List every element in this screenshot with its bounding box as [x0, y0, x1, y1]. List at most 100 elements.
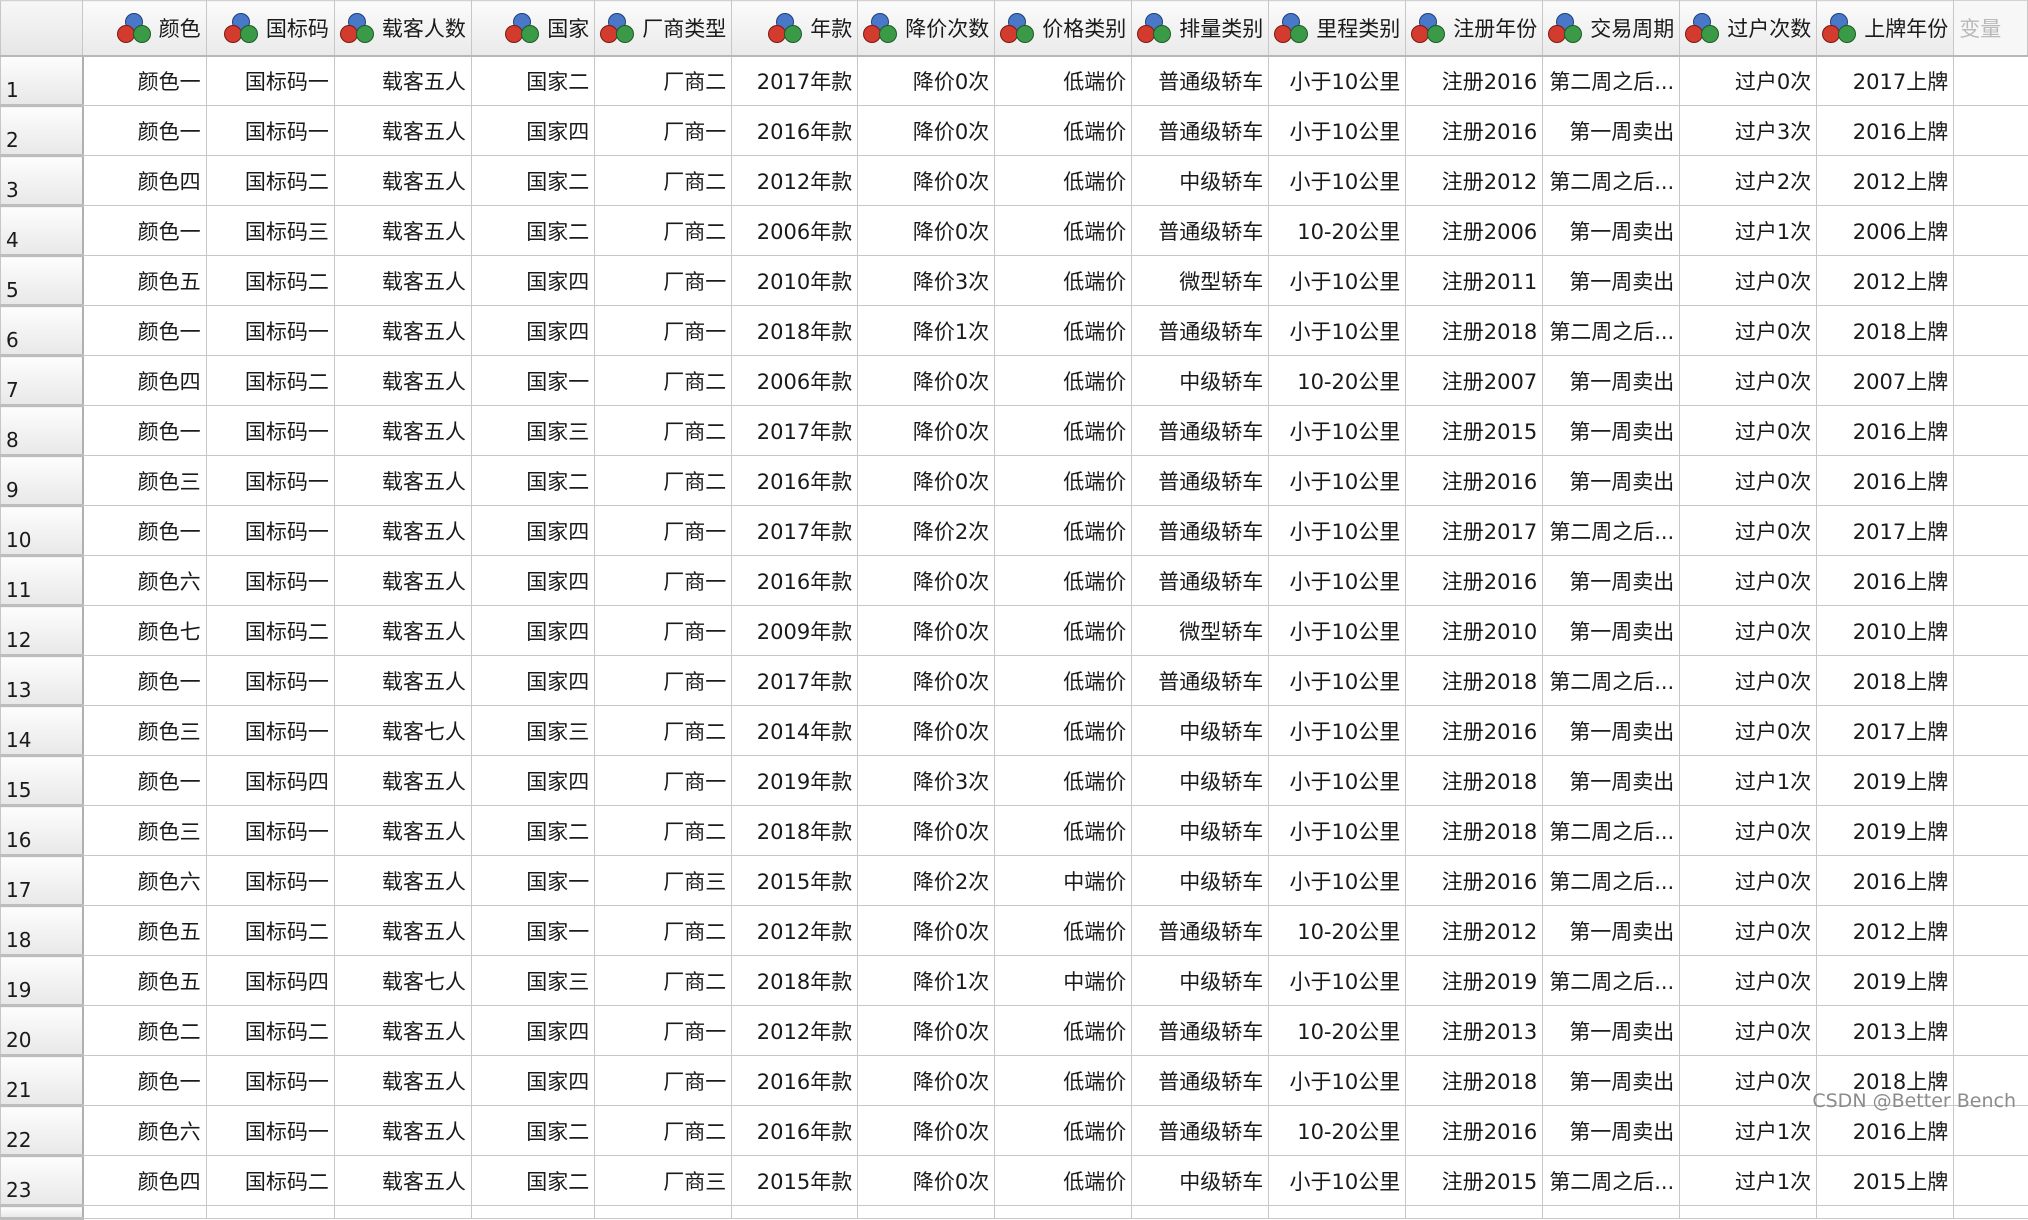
data-cell[interactable]: 2012年款: [731, 155, 859, 206]
column-header[interactable]: 交易周期: [1542, 0, 1681, 57]
data-cell[interactable]: 颜色四: [82, 1155, 207, 1206]
data-cell[interactable]: 载客五人: [333, 655, 472, 706]
data-cell[interactable]: 过户2次: [1679, 155, 1818, 206]
data-cell[interactable]: 厂商一: [594, 1055, 733, 1106]
empty-cell[interactable]: [1953, 505, 2028, 556]
data-cell[interactable]: 10-20公里: [1268, 355, 1407, 406]
data-cell[interactable]: 降价0次: [857, 355, 996, 406]
data-cell[interactable]: 普通级轿车: [1131, 1005, 1270, 1056]
data-cell[interactable]: 注册2017: [1405, 505, 1544, 556]
data-cell[interactable]: 载客五人: [333, 1055, 472, 1106]
data-cell[interactable]: 降价3次: [857, 755, 996, 806]
data-cell[interactable]: 2017上牌: [1816, 705, 1955, 756]
data-cell[interactable]: 厂商二: [594, 905, 733, 956]
data-cell[interactable]: 2017年款: [731, 655, 859, 706]
data-cell[interactable]: 普通级轿车: [1131, 455, 1270, 506]
data-cell[interactable]: 降价0次: [857, 105, 996, 156]
data-cell[interactable]: 国家二: [470, 155, 596, 206]
data-cell[interactable]: 颜色六: [82, 1105, 207, 1156]
data-cell[interactable]: 降价0次: [857, 455, 996, 506]
data-cell[interactable]: 低端价: [994, 1155, 1133, 1206]
data-cell[interactable]: 厂商一: [594, 255, 733, 306]
data-cell[interactable]: 颜色三: [82, 805, 207, 856]
data-cell[interactable]: 低端价: [994, 755, 1133, 806]
data-cell[interactable]: 低端价: [994, 555, 1133, 606]
data-cell[interactable]: 2012上牌: [1816, 905, 1955, 956]
data-cell[interactable]: 注册2015: [1405, 405, 1544, 456]
data-cell[interactable]: 国家二: [470, 1105, 596, 1156]
data-cell[interactable]: 颜色四: [82, 155, 207, 206]
data-cell[interactable]: 普通级轿车: [1131, 55, 1270, 106]
data-cell[interactable]: 厂商一: [594, 605, 733, 656]
data-cell[interactable]: 第一周卖出: [1542, 555, 1681, 606]
data-cell[interactable]: 国家一: [470, 905, 596, 956]
data-cell[interactable]: 注册2016: [1405, 455, 1544, 506]
data-cell[interactable]: 国家二: [470, 55, 596, 106]
data-cell[interactable]: 国家四: [470, 655, 596, 706]
data-cell[interactable]: 过户0次: [1679, 455, 1818, 506]
data-cell[interactable]: 低端价: [994, 905, 1133, 956]
data-cell[interactable]: 国标码二: [205, 1005, 335, 1056]
empty-cell[interactable]: [1953, 355, 2028, 406]
data-cell[interactable]: 小于10公里: [1268, 55, 1407, 106]
data-cell[interactable]: 降价3次: [857, 255, 996, 306]
empty-cell[interactable]: [1953, 455, 2028, 506]
data-cell[interactable]: 低端价: [994, 255, 1133, 306]
data-cell[interactable]: 国标码一: [205, 55, 335, 106]
data-cell[interactable]: 普通级轿车: [1131, 305, 1270, 356]
data-cell[interactable]: 10-20公里: [1268, 1005, 1407, 1056]
data-cell[interactable]: 2018上牌: [1816, 655, 1955, 706]
column-header[interactable]: 排量类别: [1131, 0, 1270, 57]
data-cell[interactable]: 厂商三: [594, 855, 733, 906]
data-cell[interactable]: 厂商三: [594, 1155, 733, 1206]
data-cell[interactable]: 国标码一: [205, 705, 335, 756]
empty-cell[interactable]: [1953, 405, 2028, 456]
data-cell[interactable]: 载客五人: [333, 105, 472, 156]
data-cell[interactable]: 厂商二: [594, 805, 733, 856]
empty-cell[interactable]: [1953, 655, 2028, 706]
data-cell[interactable]: 过户0次: [1679, 905, 1818, 956]
data-cell[interactable]: 2012上牌: [1816, 255, 1955, 306]
data-cell[interactable]: 2016年款: [731, 455, 859, 506]
data-cell[interactable]: 国家四: [470, 505, 596, 556]
data-cell[interactable]: 2006上牌: [1816, 205, 1955, 256]
data-cell[interactable]: 中级轿车: [1131, 855, 1270, 906]
data-cell[interactable]: 颜色一: [82, 655, 207, 706]
data-cell[interactable]: 2018年款: [731, 955, 859, 1006]
row-number[interactable]: 10: [0, 505, 84, 557]
data-cell[interactable]: 第一周卖出: [1542, 1055, 1681, 1106]
data-cell[interactable]: 10-20公里: [1268, 205, 1407, 256]
row-number[interactable]: 14: [0, 705, 84, 757]
empty-cell[interactable]: [1953, 605, 2028, 656]
data-cell[interactable]: 载客五人: [333, 805, 472, 856]
data-cell[interactable]: 国标码二: [205, 155, 335, 206]
data-cell[interactable]: 国标码一: [205, 405, 335, 456]
data-cell[interactable]: 低端价: [994, 705, 1133, 756]
data-cell[interactable]: 第一周卖出: [1542, 755, 1681, 806]
data-cell[interactable]: 降价0次: [857, 405, 996, 456]
column-header[interactable]: 颜色: [82, 0, 207, 57]
data-cell[interactable]: 降价1次: [857, 305, 996, 356]
data-cell[interactable]: 低端价: [994, 505, 1133, 556]
data-cell[interactable]: 小于10公里: [1268, 305, 1407, 356]
data-cell[interactable]: 低端价: [994, 355, 1133, 406]
data-cell[interactable]: 厂商二: [594, 155, 733, 206]
data-cell[interactable]: 载客五人: [333, 855, 472, 906]
data-cell[interactable]: 降价0次: [857, 905, 996, 956]
data-cell[interactable]: 2018年款: [731, 305, 859, 356]
data-cell[interactable]: 注册2016: [1405, 1105, 1544, 1156]
data-cell[interactable]: 2012年款: [731, 905, 859, 956]
data-cell[interactable]: 厂商二: [594, 1105, 733, 1156]
data-cell[interactable]: 小于10公里: [1268, 455, 1407, 506]
data-cell[interactable]: 颜色五: [82, 955, 207, 1006]
data-cell[interactable]: 国标码一: [205, 655, 335, 706]
data-cell[interactable]: 载客七人: [333, 705, 472, 756]
data-cell[interactable]: 2009年款: [731, 605, 859, 656]
row-number[interactable]: 6: [0, 305, 84, 357]
data-cell[interactable]: 注册2016: [1405, 705, 1544, 756]
data-cell[interactable]: 厂商一: [594, 1005, 733, 1056]
data-cell[interactable]: 载客五人: [333, 455, 472, 506]
data-cell[interactable]: 第一周卖出: [1542, 205, 1681, 256]
data-cell[interactable]: 载客五人: [333, 1105, 472, 1156]
data-cell[interactable]: 第二周之后...: [1542, 655, 1681, 706]
